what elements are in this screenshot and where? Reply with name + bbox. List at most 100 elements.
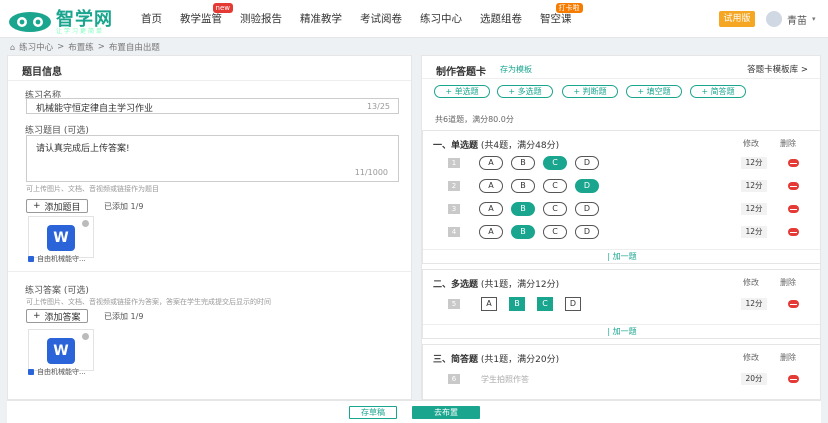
user-menu[interactable]: 青苗 ▾ (766, 10, 816, 28)
score-field[interactable]: 12分 (741, 180, 767, 192)
nav-item-teaching-supervision[interactable]: 教学监管 new (171, 0, 233, 38)
delete-icon[interactable] (788, 159, 799, 167)
option-c[interactable]: C (543, 179, 567, 193)
question-row: 6 学生拍照作答 20分 (423, 371, 820, 389)
nav-label: 教学监管 (180, 13, 222, 25)
add-short-answer-button[interactable]: + 简答题 (690, 85, 746, 98)
answer-placeholder: 学生拍照作答 (481, 375, 529, 384)
option-d[interactable]: D (565, 297, 581, 311)
brand-tagline: 让学习更简单 (56, 28, 105, 35)
nav-item-test-report[interactable]: 测验报告 (231, 0, 291, 38)
question-row: 1 A B C D 12分 (423, 155, 820, 173)
remove-file-icon[interactable] (82, 333, 89, 340)
option-c[interactable]: C (543, 156, 567, 170)
brand-logo[interactable]: 智学网 让学习更简单 (8, 4, 148, 35)
divider (422, 78, 820, 79)
delete-icon[interactable] (788, 300, 799, 308)
question-char-count: 11/1000 (354, 168, 388, 177)
plus-icon: + (33, 311, 41, 321)
section-title: 一、单选题 (433, 141, 479, 151)
score-field[interactable]: 12分 (741, 157, 767, 169)
practice-question-textarea[interactable]: 请认真完成后上传答案! 11/1000 (26, 135, 399, 182)
option-d[interactable]: D (575, 202, 599, 216)
score-field[interactable]: 12分 (741, 298, 767, 310)
score-field[interactable]: 12分 (741, 203, 767, 215)
option-a[interactable]: A (481, 297, 497, 311)
option-b[interactable]: B (509, 297, 525, 311)
add-true-false-button[interactable]: + 判断题 (562, 85, 618, 98)
add-answer-button[interactable]: + 添加答案 (26, 309, 88, 323)
option-c[interactable]: C (543, 202, 567, 216)
breadcrumb-item[interactable]: 布置练 (68, 41, 94, 53)
template-library-link[interactable]: 答题卡模板库 > (747, 63, 808, 75)
add-single-choice-button[interactable]: + 单选题 (434, 85, 490, 98)
remove-file-icon[interactable] (82, 220, 89, 227)
breadcrumb-current: 布置自由出题 (108, 43, 160, 53)
word-doc-icon: W (47, 225, 75, 251)
delete-icon[interactable] (788, 228, 799, 236)
section-title: 三、简答题 (433, 355, 479, 365)
answer-file-name[interactable]: 自由机械能守... (28, 367, 86, 377)
edit-column-header: 修改 (743, 278, 759, 287)
question-number: 6 (448, 374, 460, 384)
add-question-row-button[interactable]: | 加一题 (423, 249, 820, 263)
question-number: 5 (448, 299, 460, 309)
delete-icon[interactable] (788, 205, 799, 213)
file-type-icon (28, 369, 34, 375)
option-b[interactable]: B (511, 225, 535, 239)
nav-label: 精准教学 (300, 13, 342, 25)
save-draft-button[interactable]: 存草稿 (349, 406, 397, 419)
delete-icon[interactable] (788, 375, 799, 383)
answer-file-thumbnail[interactable]: W (28, 329, 94, 371)
add-question-label: 添加题目 (44, 202, 81, 213)
question-row: 5 A B C D 12分 (423, 296, 820, 314)
option-b[interactable]: B (511, 179, 535, 193)
question-info-panel: 题目信息 练习名称 机械能守恒定律自主学习作业 13/25 练习题目 (可选) … (7, 55, 412, 400)
question-file-thumbnail[interactable]: W (28, 216, 94, 258)
file-type-icon (28, 256, 34, 262)
option-a[interactable]: A (479, 179, 503, 193)
score-field[interactable]: 12分 (741, 226, 767, 238)
section-header: 二、多选题 (共1题，满分12分) (433, 277, 559, 290)
breadcrumb-item[interactable]: 练习中心 (19, 41, 53, 53)
nav-item-question-bank[interactable]: 选题组卷 (471, 0, 531, 38)
option-c[interactable]: C (543, 225, 567, 239)
delete-column-header: 删除 (780, 139, 796, 148)
option-b[interactable]: B (511, 156, 535, 170)
practice-name-value: 机械能守恒定律自主学习作业 (36, 104, 154, 114)
option-a[interactable]: A (479, 202, 503, 216)
option-c[interactable]: C (537, 297, 553, 311)
option-a[interactable]: A (479, 156, 503, 170)
delete-icon[interactable] (788, 182, 799, 190)
nav-item-practice-center[interactable]: 练习中心 (411, 0, 471, 38)
option-d[interactable]: D (575, 179, 599, 193)
section-meta: (共4题，满分48分) (480, 141, 560, 151)
add-multi-choice-button[interactable]: + 多选题 (497, 85, 553, 98)
add-question-button[interactable]: + 添加题目 (26, 199, 88, 213)
option-d[interactable]: D (575, 156, 599, 170)
nav-item-precision-teaching[interactable]: 精准教学 (291, 0, 351, 38)
save-as-template-link[interactable]: 存为模板 (500, 64, 532, 75)
nav-item-home[interactable]: 首页 (132, 0, 171, 38)
trial-badge[interactable]: 试用版 (719, 11, 755, 27)
plus-icon: + (33, 201, 41, 211)
nav-item-exam-grading[interactable]: 考试阅卷 (351, 0, 411, 38)
option-b[interactable]: B (511, 202, 535, 216)
nav-item-smart-class[interactable]: 智空课 打卡啦 (531, 0, 583, 38)
divider (8, 80, 411, 81)
publish-button[interactable]: 去布置 (412, 406, 480, 419)
score-field[interactable]: 20分 (741, 373, 767, 385)
option-a[interactable]: A (479, 225, 503, 239)
practice-name-input[interactable]: 机械能守恒定律自主学习作业 13/25 (26, 98, 399, 114)
question-upload-hint: 可上传图片、文档、音视频或链接作为题目 (26, 185, 159, 193)
option-d[interactable]: D (575, 225, 599, 239)
question-file-name[interactable]: 自由机械能守... (28, 254, 86, 264)
add-fill-blank-button[interactable]: + 填空题 (626, 85, 682, 98)
panel-title: 题目信息 (22, 67, 62, 78)
add-question-row-button[interactable]: | 加一题 (423, 324, 820, 338)
section-meta: (共1题，满分20分) (480, 355, 560, 365)
breadcrumb-separator: > (97, 42, 105, 52)
card-summary: 共6道题，满分80.0分 (435, 115, 514, 124)
section-header: 三、简答题 (共1题，满分20分) (433, 352, 559, 365)
question-number: 4 (448, 227, 460, 237)
